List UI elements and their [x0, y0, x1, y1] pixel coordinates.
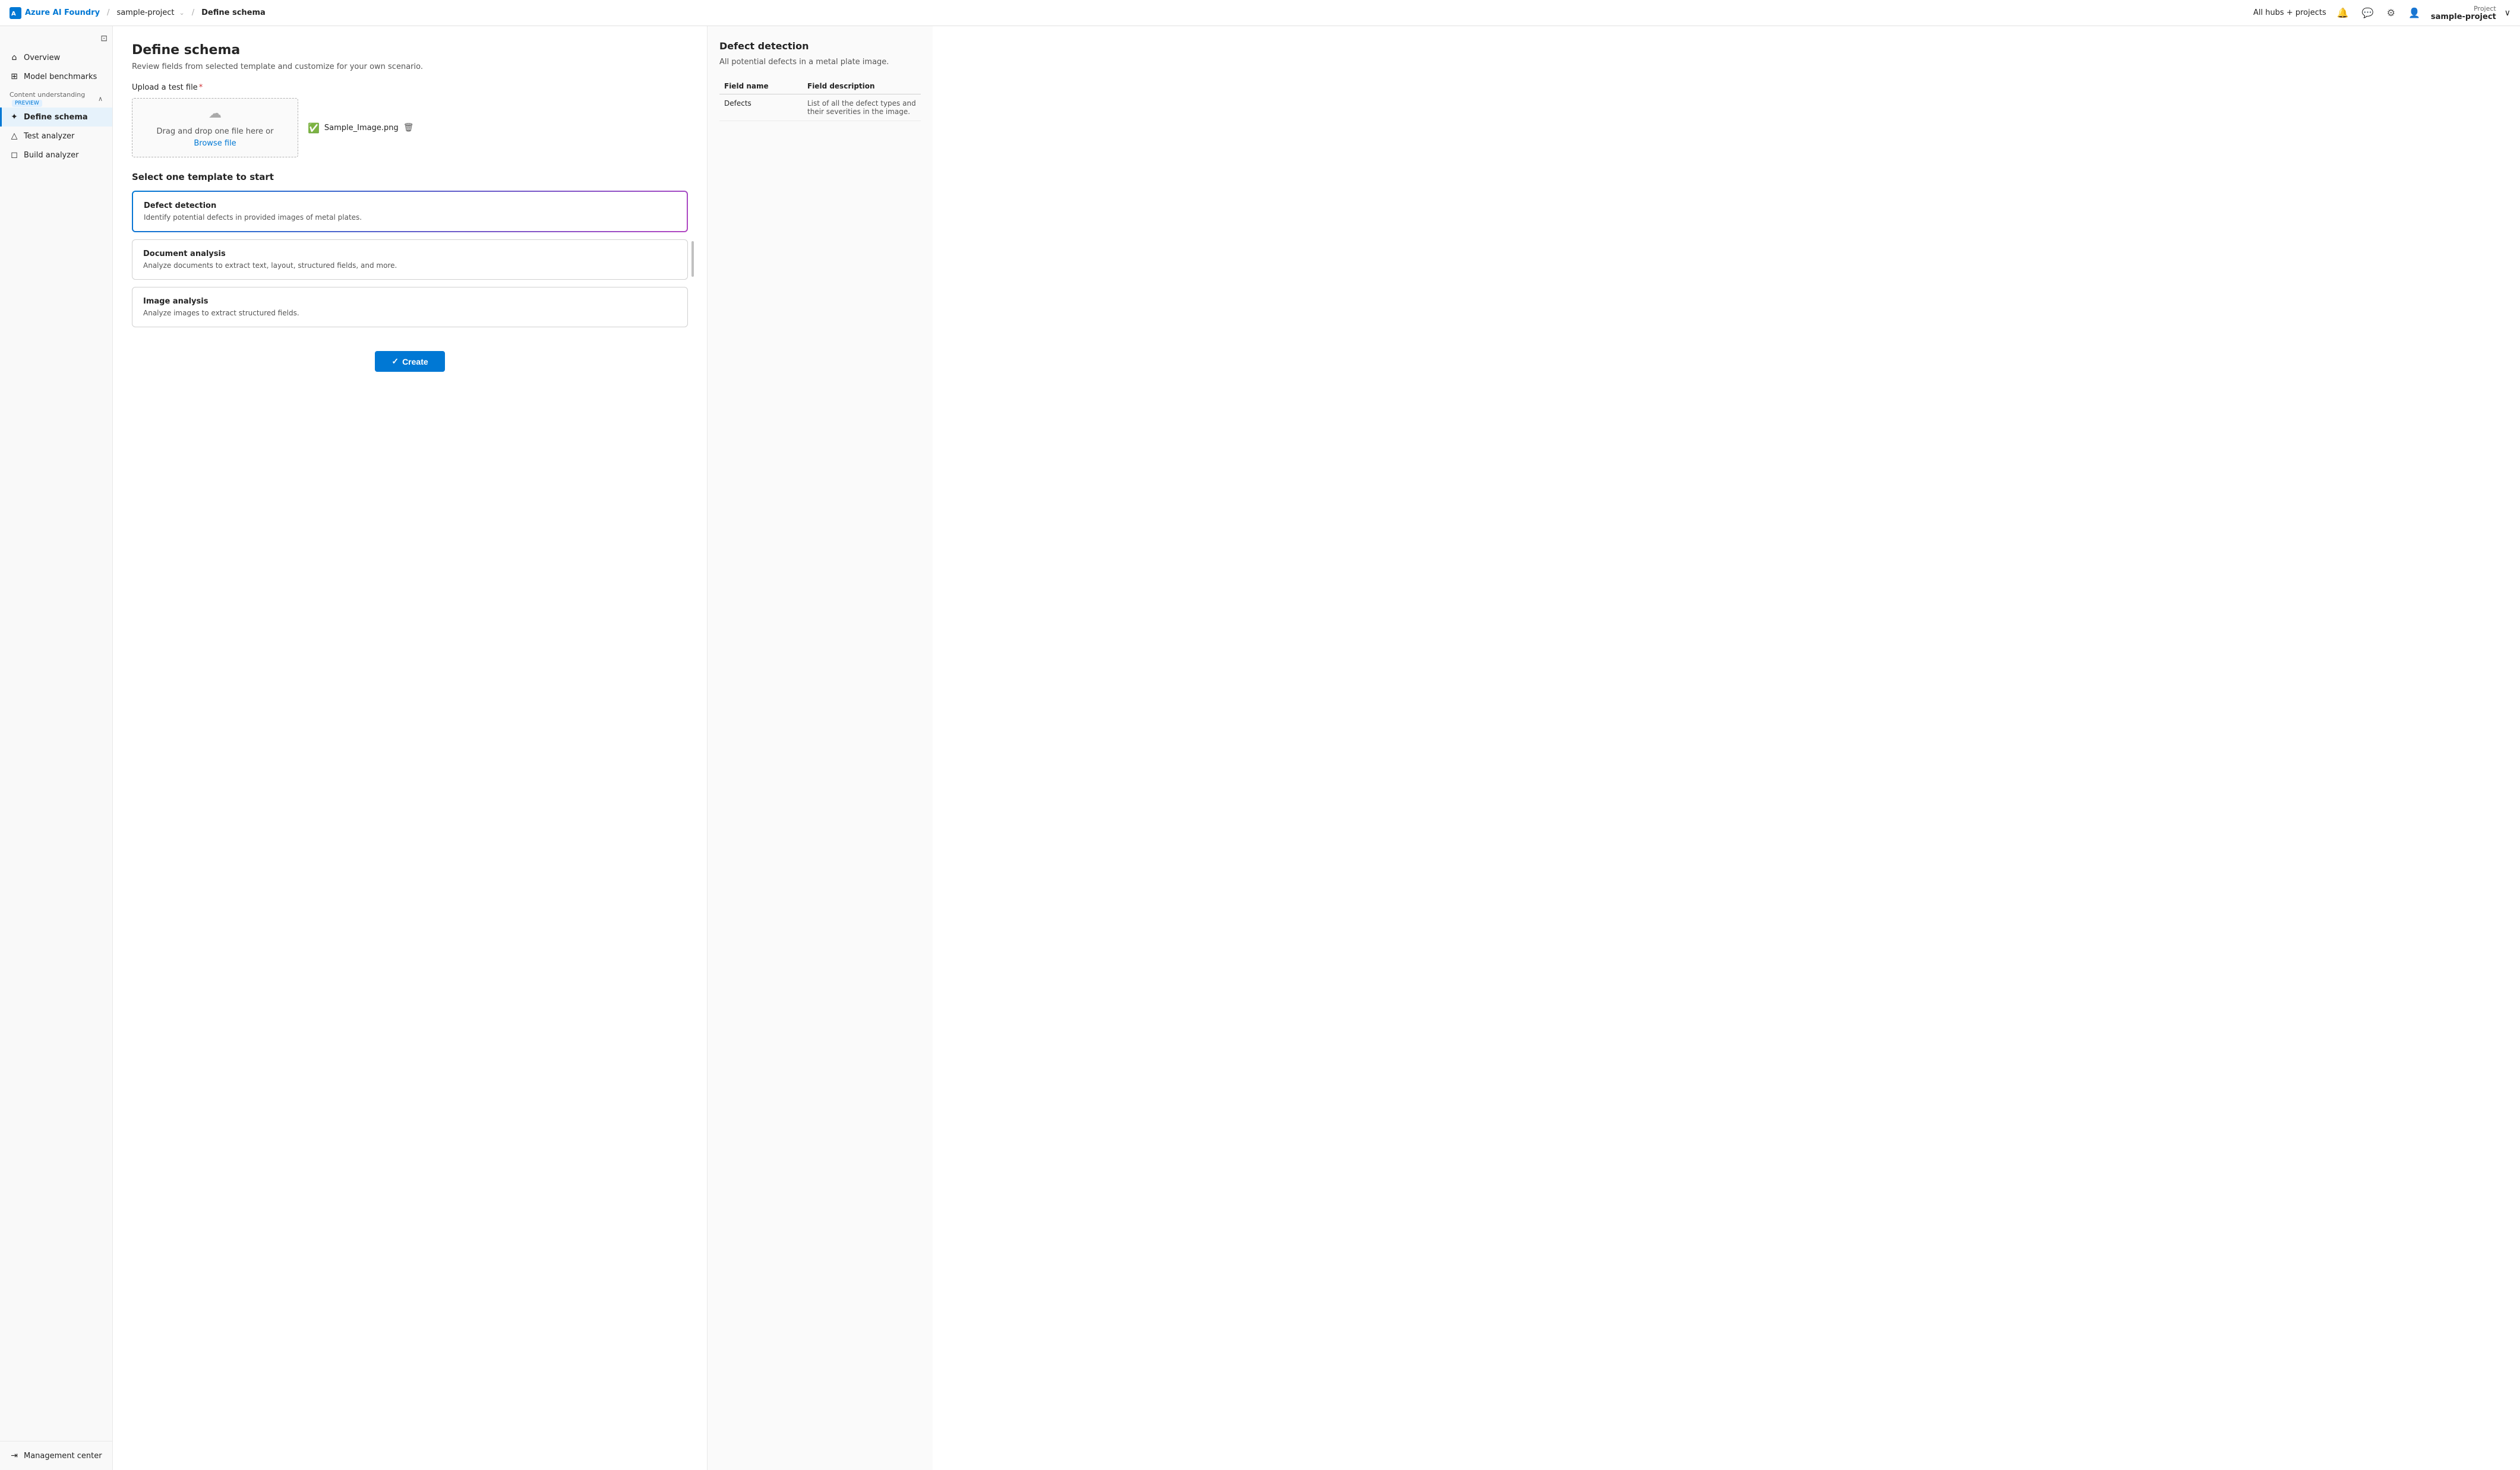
template-doc-desc: Analyze documents to extract text, layou… [143, 261, 677, 270]
current-page-label: Define schema [201, 8, 266, 17]
project-info: Project sample-project [2431, 5, 2496, 21]
sidebar-bottom: ⇥ Management center [0, 1441, 112, 1465]
project-dropdown-button[interactable]: ∨ [2505, 8, 2510, 18]
content-main: Define schema Review fields from selecte… [113, 26, 707, 1470]
benchmarks-icon: ⊞ [10, 72, 19, 81]
template-card-defect-detection[interactable]: Defect detection Identify potential defe… [132, 191, 688, 232]
svg-text:A: A [11, 11, 16, 17]
template-defect-desc: Identify potential defects in provided i… [144, 213, 676, 222]
azure-logo-icon: A [10, 7, 21, 19]
main-layout: ⊡ ⌂ Overview ⊞ Model benchmarks Content … [0, 26, 2520, 1470]
sidebar-toggle-button[interactable]: ⊡ [100, 33, 108, 43]
create-button-label: Create [402, 357, 428, 366]
overview-icon: ⌂ [10, 53, 19, 62]
sidebar-define-schema-label: Define schema [24, 113, 88, 122]
topnav: A Azure AI Foundry / sample-project ⌄ / … [0, 0, 2520, 26]
browse-file-link[interactable]: Browse file [194, 139, 236, 148]
panel-table-header-field-name: Field name [719, 78, 803, 94]
file-check-icon: ✅ [308, 122, 320, 134]
upload-row: ☁ Drag and drop one file here or Browse … [132, 98, 688, 157]
brand-label: Azure AI Foundry [25, 8, 100, 17]
create-check-icon: ✓ [391, 356, 399, 366]
uploaded-file: ✅ Sample_Image.png 🗑 [308, 122, 414, 134]
sidebar-section-content-understanding: Content understanding PREVIEW ∧ [0, 86, 112, 108]
sidebar: ⊡ ⌂ Overview ⊞ Model benchmarks Content … [0, 26, 113, 1470]
settings-icon[interactable]: ⚙ [2385, 5, 2398, 21]
sidebar-item-build-analyzer[interactable]: ◻ Build analyzer [0, 146, 112, 165]
upload-dropzone-text: Drag and drop one file here or Browse fi… [157, 126, 274, 149]
panel-table: Field name Field description Defects Lis… [719, 78, 921, 121]
chat-icon[interactable]: 💬 [2360, 5, 2376, 21]
account-icon[interactable]: 👤 [2406, 5, 2423, 21]
panel-field-name: Defects [719, 94, 803, 121]
create-button[interactable]: ✓ Create [375, 351, 444, 372]
page-subtitle: Review fields from selected template and… [132, 62, 688, 71]
sidebar-toggle-row: ⊡ [0, 31, 112, 48]
sidebar-item-test-analyzer[interactable]: △ Test analyzer [0, 127, 112, 146]
required-star: * [199, 83, 203, 92]
sidebar-management-label: Management center [24, 1452, 102, 1460]
templates-section-title: Select one template to start [132, 172, 688, 182]
right-panel: Defect detection All potential defects i… [707, 26, 933, 1470]
panel-description: All potential defects in a metal plate i… [719, 58, 921, 67]
uploaded-filename: Sample_Image.png [324, 124, 399, 132]
panel-title: Defect detection [719, 40, 921, 52]
template-defect-title: Defect detection [144, 201, 676, 210]
sidebar-test-analyzer-label: Test analyzer [24, 132, 74, 141]
hubs-link[interactable]: All hubs + projects [2253, 8, 2326, 17]
test-analyzer-icon: △ [10, 131, 19, 141]
upload-section-label: Upload a test file* [132, 83, 688, 92]
upload-cloud-icon: ☁ [209, 106, 222, 121]
section-label: Content understanding [10, 91, 85, 99]
sidebar-item-define-schema[interactable]: ✦ Define schema [0, 108, 112, 127]
sidebar-item-management-center[interactable]: ⇥ Management center [0, 1446, 112, 1465]
notifications-icon[interactable]: 🔔 [2335, 5, 2351, 21]
nav-sep-1: / [107, 8, 109, 17]
template-list: Defect detection Identify potential defe… [132, 191, 688, 327]
management-icon: ⇥ [10, 1451, 19, 1460]
define-schema-icon: ✦ [10, 112, 19, 122]
project-link[interactable]: sample-project [116, 8, 174, 17]
page-title: Define schema [132, 43, 688, 58]
template-img-desc: Analyze images to extract structured fie… [143, 309, 677, 317]
build-analyzer-icon: ◻ [10, 150, 19, 160]
project-label: Project [2474, 5, 2496, 12]
project-name: sample-project [2431, 12, 2496, 21]
project-chevron-icon: ⌄ [179, 9, 185, 17]
delete-file-icon[interactable]: 🗑 [403, 123, 414, 132]
content-area: Define schema Review fields from selecte… [113, 26, 2520, 1470]
panel-table-header-field-desc: Field description [803, 78, 921, 94]
topnav-right: All hubs + projects 🔔 💬 ⚙ 👤 Project samp… [2253, 5, 2510, 21]
template-card-image-analysis[interactable]: Image analysis Analyze images to extract… [132, 287, 688, 327]
panel-field-description: List of all the defect types and their s… [803, 94, 921, 121]
template-doc-title: Document analysis [143, 249, 677, 258]
sidebar-item-model-benchmarks[interactable]: ⊞ Model benchmarks [0, 67, 112, 86]
brand-logo[interactable]: A Azure AI Foundry [10, 7, 100, 19]
sidebar-item-overview[interactable]: ⌂ Overview [0, 48, 112, 67]
create-button-row: ✓ Create [132, 346, 688, 372]
scroll-indicator [691, 241, 694, 277]
sidebar-overview-label: Overview [24, 53, 60, 62]
template-card-document-analysis[interactable]: Document analysis Analyze documents to e… [132, 239, 688, 280]
panel-table-row: Defects List of all the defect types and… [719, 94, 921, 121]
sidebar-benchmarks-label: Model benchmarks [24, 72, 97, 81]
template-img-title: Image analysis [143, 297, 677, 306]
sidebar-build-analyzer-label: Build analyzer [24, 151, 78, 160]
section-chevron-icon[interactable]: ∧ [98, 95, 103, 103]
upload-dropzone[interactable]: ☁ Drag and drop one file here or Browse … [132, 98, 298, 157]
nav-sep-2: / [192, 8, 194, 17]
preview-badge: PREVIEW [12, 100, 42, 107]
